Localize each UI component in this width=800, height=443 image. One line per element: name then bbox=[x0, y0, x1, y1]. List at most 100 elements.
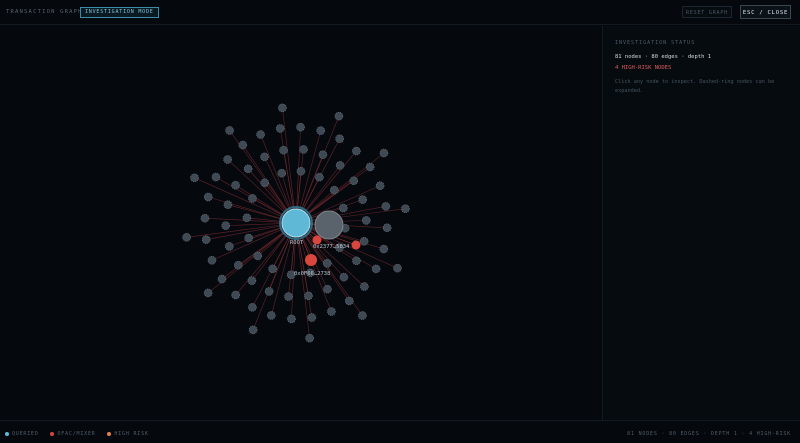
neighbor-node[interactable] bbox=[279, 145, 288, 155]
neighbor-node[interactable] bbox=[260, 178, 270, 188]
close-button[interactable]: ESC / CLOSE bbox=[740, 5, 791, 19]
ofac-node-2[interactable] bbox=[351, 240, 361, 250]
investigation-panel: INVESTIGATION STATUS 81 nodes · 80 edges… bbox=[602, 26, 800, 420]
neighbor-node[interactable] bbox=[248, 325, 258, 335]
neighbor-node[interactable] bbox=[318, 150, 328, 159]
neighbor-node[interactable] bbox=[287, 314, 296, 324]
neighbor-node[interactable] bbox=[334, 111, 344, 121]
neighbor-node[interactable] bbox=[349, 176, 359, 186]
neighbor-node[interactable] bbox=[296, 166, 306, 176]
neighbor-node[interactable] bbox=[359, 237, 369, 246]
neighbor-node[interactable] bbox=[225, 126, 234, 135]
neighbor-node[interactable] bbox=[304, 291, 313, 301]
neighbor-node[interactable] bbox=[200, 213, 210, 223]
graph-nodes[interactable] bbox=[182, 103, 410, 343]
panel-help-text: Click any node to inspect. Dashed-ring n… bbox=[615, 79, 775, 94]
neighbor-node[interactable] bbox=[361, 216, 371, 225]
neighbor-node[interactable] bbox=[382, 223, 392, 233]
neighbor-node[interactable] bbox=[393, 263, 402, 273]
graph-stats: 81 nodes · 80 edges · depth 1 bbox=[615, 54, 712, 60]
legend: QUERIED OFAC/MIXER HIGH RISK bbox=[5, 431, 157, 437]
graph-canvas[interactable]: ROOT 0x2377…5834 0x0F66…2738 bbox=[0, 26, 602, 420]
neighbor-node[interactable] bbox=[207, 255, 217, 265]
neighbor-node[interactable] bbox=[260, 152, 269, 162]
neighbor-node[interactable] bbox=[284, 292, 293, 301]
neighbor-node[interactable] bbox=[277, 168, 287, 178]
neighbor-node[interactable] bbox=[329, 185, 339, 195]
neighbor-node[interactable] bbox=[379, 148, 389, 158]
neighbor-node[interactable] bbox=[238, 140, 248, 150]
investigation-mode-badge: INVESTIGATION MODE bbox=[80, 7, 159, 18]
hub-node-label: 0x2377…5834 bbox=[313, 244, 350, 250]
neighbor-node[interactable] bbox=[256, 130, 265, 139]
neighbor-node[interactable] bbox=[190, 173, 199, 183]
neighbor-node[interactable] bbox=[360, 282, 369, 291]
neighbor-node[interactable] bbox=[344, 296, 354, 306]
neighbor-node[interactable] bbox=[322, 258, 332, 268]
neighbor-node[interactable] bbox=[316, 126, 326, 135]
neighbor-node[interactable] bbox=[203, 192, 213, 202]
footer-summary: 81 NODES · 80 EDGES · DEPTH 1 · 4 HIGH-R… bbox=[627, 431, 791, 437]
neighbor-node[interactable] bbox=[247, 276, 257, 285]
neighbor-node[interactable] bbox=[223, 200, 233, 209]
neighbor-node[interactable] bbox=[339, 272, 349, 282]
neighbor-node[interactable] bbox=[221, 221, 231, 230]
neighbor-node[interactable] bbox=[335, 134, 344, 143]
root-node-label: ROOT bbox=[290, 240, 304, 246]
neighbor-node[interactable] bbox=[296, 122, 305, 132]
neighbor-node[interactable] bbox=[242, 213, 252, 223]
neighbor-node[interactable] bbox=[268, 264, 277, 274]
neighbor-node[interactable] bbox=[375, 181, 385, 191]
neighbor-node[interactable] bbox=[401, 204, 410, 213]
neighbor-node[interactable] bbox=[248, 303, 257, 312]
neighbor-node[interactable] bbox=[315, 172, 324, 182]
app-title: TRANSACTION GRAPH bbox=[6, 9, 83, 15]
neighbor-node[interactable] bbox=[201, 235, 211, 244]
root-node[interactable] bbox=[281, 208, 311, 238]
neighbor-node[interactable] bbox=[231, 180, 240, 190]
high-risk-dot-icon bbox=[107, 431, 112, 436]
ofac-dot-icon bbox=[50, 431, 55, 436]
neighbor-node[interactable] bbox=[248, 194, 257, 203]
neighbor-node[interactable] bbox=[203, 288, 213, 298]
hub-node[interactable] bbox=[314, 210, 344, 240]
neighbor-node[interactable] bbox=[233, 260, 243, 270]
neighbor-node[interactable] bbox=[327, 307, 336, 316]
reset-graph-button[interactable]: RESET GRAPH bbox=[682, 6, 732, 18]
neighbor-node[interactable] bbox=[299, 145, 308, 154]
footer-bar: QUERIED OFAC/MIXER HIGH RISK 81 NODES · … bbox=[0, 420, 800, 443]
neighbor-node[interactable] bbox=[182, 233, 191, 242]
ofac-node-3[interactable] bbox=[305, 254, 317, 266]
legend-ofac-mixer: OFAC/MIXER bbox=[50, 431, 95, 437]
neighbor-node[interactable] bbox=[217, 274, 227, 284]
neighbor-node[interactable] bbox=[323, 284, 332, 294]
queried-dot-icon bbox=[5, 431, 9, 436]
neighbor-node[interactable] bbox=[371, 264, 381, 274]
neighbor-node[interactable] bbox=[224, 242, 234, 251]
panel-heading: INVESTIGATION STATUS bbox=[615, 40, 696, 46]
neighbor-node[interactable] bbox=[335, 161, 345, 170]
neighbor-node[interactable] bbox=[275, 124, 285, 133]
neighbor-node[interactable] bbox=[278, 103, 287, 113]
neighbor-node[interactable] bbox=[264, 287, 274, 296]
neighbor-node[interactable] bbox=[231, 290, 240, 300]
neighbor-node[interactable] bbox=[243, 164, 253, 174]
graph-svg[interactable]: ROOT 0x2377…5834 0x0F66…2738 bbox=[0, 26, 602, 420]
neighbor-node[interactable] bbox=[358, 311, 367, 320]
legend-queried: QUERIED bbox=[5, 431, 39, 437]
neighbor-node[interactable] bbox=[365, 162, 375, 172]
neighbor-node[interactable] bbox=[223, 155, 232, 164]
neighbor-node[interactable] bbox=[266, 311, 276, 320]
neighbor-node[interactable] bbox=[381, 202, 391, 211]
neighbor-node[interactable] bbox=[307, 313, 317, 322]
neighbor-node[interactable] bbox=[305, 333, 314, 343]
neighbor-node[interactable] bbox=[352, 146, 361, 156]
neighbor-node[interactable] bbox=[338, 203, 348, 213]
neighbor-node[interactable] bbox=[352, 256, 361, 266]
neighbor-node[interactable] bbox=[358, 195, 368, 204]
risk-node-label: 0x0F66…2738 bbox=[294, 271, 330, 277]
neighbor-node[interactable] bbox=[244, 233, 254, 243]
neighbor-node[interactable] bbox=[253, 251, 263, 261]
neighbor-node[interactable] bbox=[379, 244, 389, 254]
neighbor-node[interactable] bbox=[211, 172, 221, 182]
